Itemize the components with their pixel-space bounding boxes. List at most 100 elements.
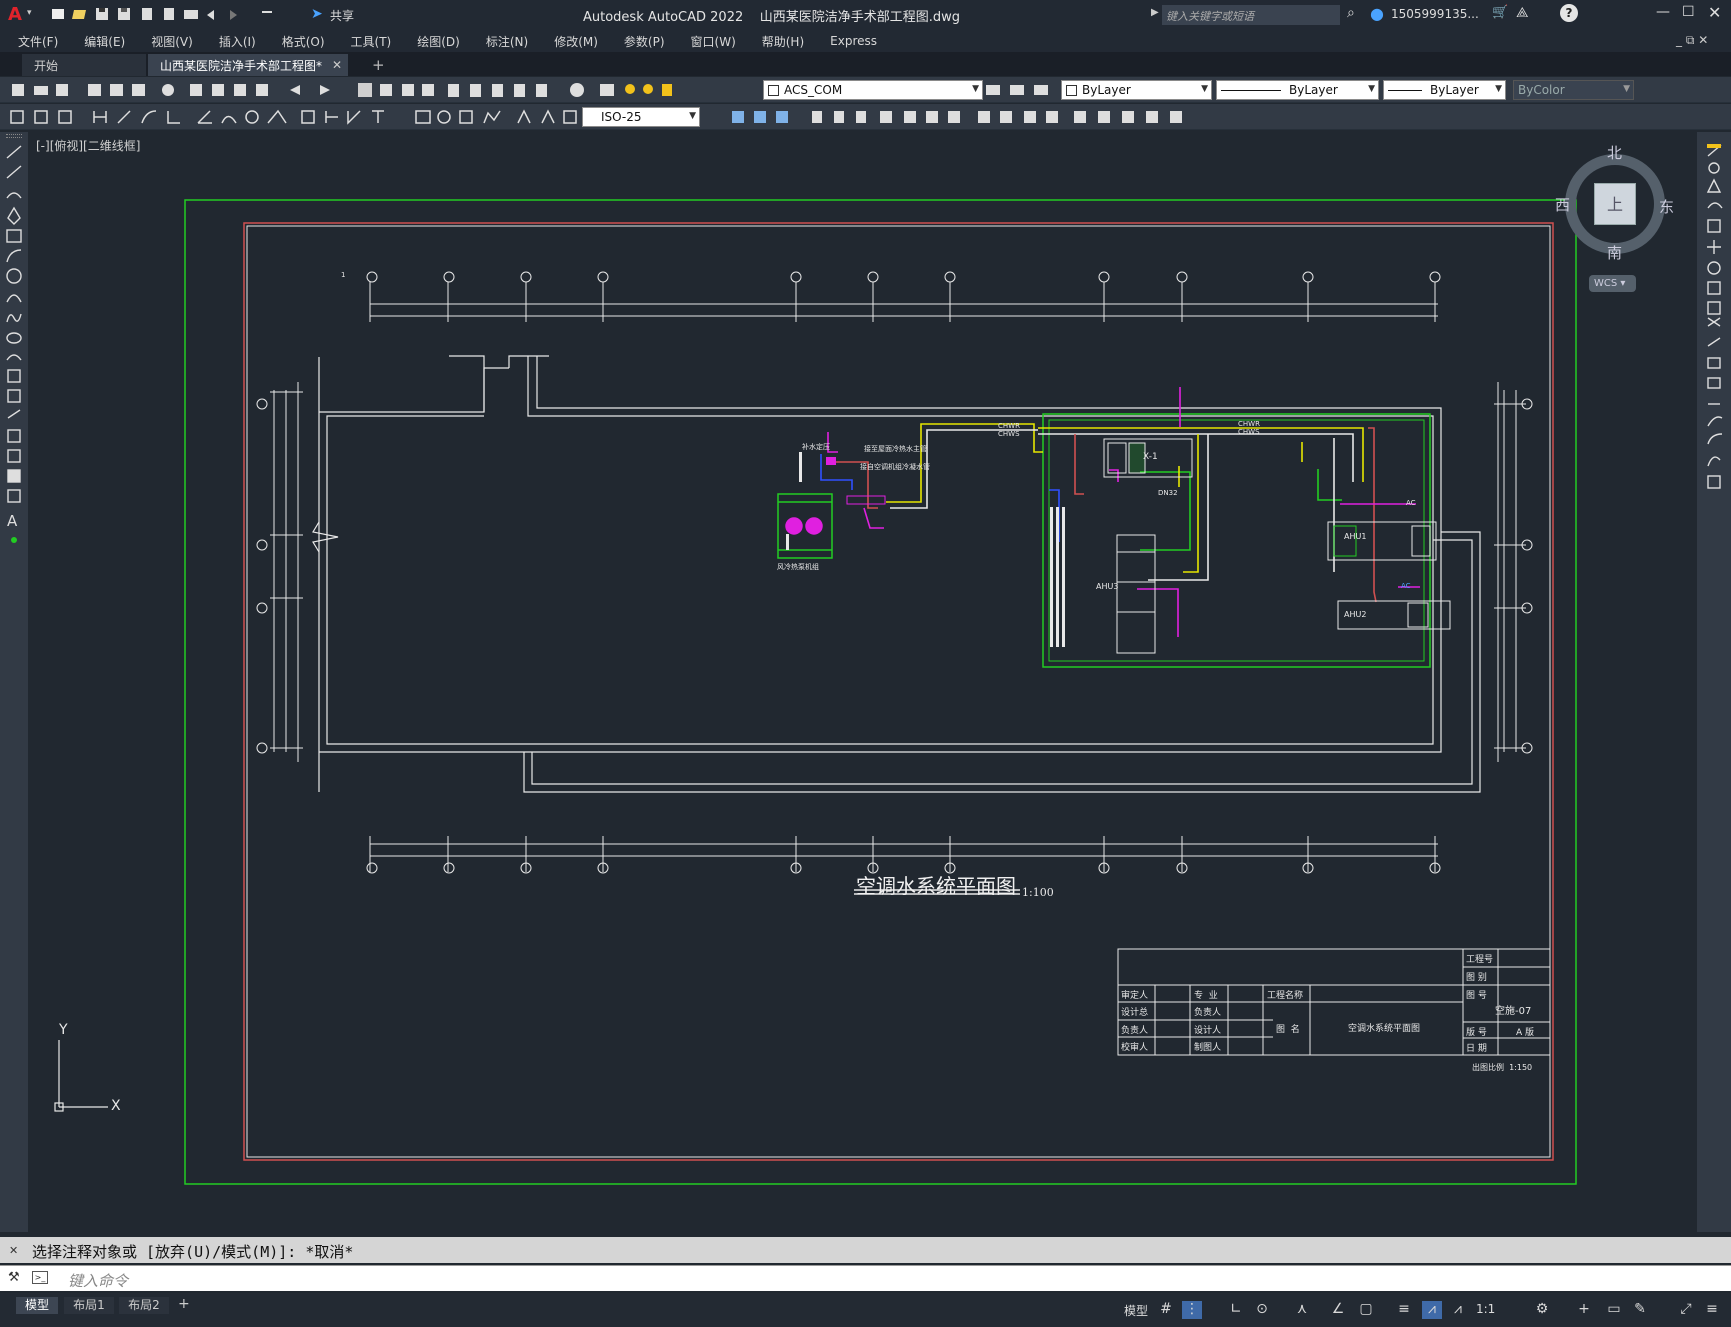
dimension-tool-icons[interactable] (8, 108, 578, 126)
toolbar-grip[interactable] (6, 134, 22, 138)
modify-tool-icons[interactable] (704, 108, 1214, 126)
layer-value: ACS_COM (784, 83, 843, 97)
fullscreen-icon[interactable]: ⤢ (1676, 1301, 1696, 1319)
dimstyle-dropdown[interactable]: ISO-25 ▼ (582, 107, 700, 127)
label-ahu2: AHU2 (1344, 610, 1367, 619)
layer-dropdown[interactable]: ACS_COM ▼ (763, 80, 983, 100)
user-name[interactable]: 1505999135... (1391, 7, 1479, 21)
command-history: ✕ 选择注释对象或 [放弃(U)/模式(M)]: *取消* (0, 1237, 1731, 1263)
tb-drawing-name: 空调水系统平面图 (1348, 1024, 1421, 1034)
menu-parametric[interactable]: 参数(P) (611, 33, 678, 50)
plus-icon[interactable]: + (1574, 1301, 1594, 1319)
polar-icon[interactable]: ⊙ (1252, 1301, 1272, 1319)
menu-window[interactable]: 窗口(W) (678, 33, 749, 50)
color-dropdown[interactable]: ByLayer ▼ (1061, 80, 1212, 100)
snap-icon[interactable]: ⋮ (1182, 1301, 1202, 1319)
monitor-icon[interactable]: ▭ (1604, 1301, 1624, 1319)
chevron-right-icon[interactable]: ▶ (1151, 7, 1159, 18)
pen-icon[interactable]: ✎ (1630, 1301, 1650, 1319)
quick-access-toolbar[interactable] (52, 7, 302, 23)
drawing-scale: 1:100 (1022, 886, 1054, 899)
viewcube-west[interactable]: 西 (1555, 194, 1570, 215)
share-icon[interactable]: ➤ (311, 6, 323, 22)
modify-tool-icons-vertical[interactable] (1705, 142, 1725, 662)
drawing-canvas[interactable]: [-][俯视][二维线框] 1 X-1 AHU1 AHU2 AHU3 CHWR … (28, 132, 1697, 1232)
chevron-down-icon: ▼ (1201, 84, 1208, 94)
wcs-menu[interactable]: WCS ▾ (1589, 275, 1636, 292)
autoscale-icon[interactable]: ⩘ (1448, 1301, 1468, 1319)
viewcube-north[interactable]: 北 (1607, 142, 1622, 163)
menu-draw[interactable]: 绘图(D) (404, 33, 473, 50)
label-x1: X-1 (1143, 452, 1158, 462)
search-input[interactable]: 键入关键字或短语 (1162, 5, 1340, 25)
menu-tools[interactable]: 工具(T) (338, 33, 405, 50)
menu-modify[interactable]: 修改(M) (541, 33, 611, 50)
menu-express[interactable]: Express (817, 34, 890, 48)
tb-row-mid-2: 设计人 (1194, 1026, 1222, 1036)
layout-tab-model[interactable]: 模型 (16, 1297, 58, 1314)
viewcube[interactable]: 上 北 南 西 东 (1555, 142, 1675, 262)
layer-tool-icons[interactable] (984, 81, 1054, 99)
menu-file[interactable]: 文件(F) (0, 33, 71, 50)
command-input[interactable]: 键入命令 (68, 1270, 128, 1291)
outer-frame (184, 199, 1577, 1185)
layout-tab-2[interactable]: 布局2 (119, 1297, 169, 1314)
viewcube-south[interactable]: 南 (1607, 242, 1622, 263)
viewcube-face-top[interactable]: 上 (1594, 183, 1636, 225)
model-space-button[interactable]: 模型 (1124, 1302, 1148, 1319)
linetype-sample (1221, 89, 1281, 91)
status-bar: 模型 布局1 布局2 + 模型 # ⋮ ∟ ⊙ ⋏ ∠ ▢ ≡ ⩘ ⩘ 1:1 … (0, 1293, 1731, 1327)
command-close-icon[interactable]: ✕ (9, 1244, 18, 1257)
add-layout-button[interactable]: + (178, 1296, 190, 1312)
gear-icon[interactable]: ⚙ (1532, 1301, 1552, 1319)
menu-edit[interactable]: 编辑(E) (71, 33, 138, 50)
viewcube-east[interactable]: 东 (1659, 196, 1674, 217)
tb-row-left-0: 审定人 (1121, 991, 1149, 1001)
otrack-icon[interactable]: ∠ (1328, 1301, 1348, 1319)
share-button[interactable]: 共享 (330, 7, 354, 24)
annotation-visibility-icon[interactable]: ⩘ (1422, 1301, 1442, 1319)
lineweight-icon[interactable]: ≡ (1394, 1301, 1414, 1319)
drawing-title: 空调水系统平面图 (856, 874, 1016, 898)
autodesk-app-icon[interactable]: ⟁ (1516, 5, 1529, 21)
layout-tab-1[interactable]: 布局1 (64, 1297, 114, 1314)
ucs-x-label: X (111, 1098, 121, 1114)
close-icon[interactable]: ✕ (1708, 3, 1721, 22)
menu-view[interactable]: 视图(V) (138, 33, 206, 50)
annotation-scale[interactable]: 1:1 (1476, 1302, 1495, 1316)
close-tab-icon[interactable]: ✕ (332, 58, 342, 72)
maximize-icon[interactable]: ☐ (1682, 4, 1695, 20)
user-icon[interactable]: ● (1370, 4, 1384, 23)
minimize-icon[interactable]: — (1656, 4, 1670, 20)
customize-icon[interactable]: ≡ (1702, 1301, 1722, 1319)
menu-help[interactable]: 帮助(H) (749, 33, 817, 50)
app-logo[interactable]: A (8, 4, 22, 25)
new-tab-button[interactable]: + (360, 54, 385, 76)
wrench-icon[interactable]: ⚒ (8, 1270, 20, 1285)
draw-tool-icons[interactable]: A (4, 142, 24, 582)
help-button[interactable]: ? (1560, 4, 1578, 22)
toolbar-dimension-modify: ISO-25 ▼ (0, 104, 1731, 130)
tab-drawing[interactable]: 山西某医院洁净手术部工程图* ✕ (148, 54, 348, 76)
doc-window-controls[interactable]: _ ⧉ ✕ (1676, 33, 1708, 48)
ortho-icon[interactable]: ∟ (1226, 1301, 1246, 1319)
tb-right-label-3: 版 号 (1466, 1028, 1487, 1038)
osnap-icon[interactable]: ▢ (1356, 1301, 1376, 1319)
grid-icon[interactable]: # (1156, 1301, 1176, 1319)
dimstyle-value: ISO-25 (601, 110, 642, 124)
command-prompt-icon[interactable]: >_ (32, 1271, 48, 1284)
app-menu-chevron-icon[interactable]: ▾ (27, 8, 32, 18)
menu-dimension[interactable]: 标注(N) (473, 33, 541, 50)
search-icon[interactable]: ⌕ (1347, 5, 1355, 21)
tab-start[interactable]: 开始 (22, 54, 146, 76)
inner-border (246, 225, 1551, 1158)
isodraft-icon[interactable]: ⋏ (1292, 1301, 1312, 1319)
right-dimension (1494, 382, 1533, 762)
cart-icon[interactable]: 🛒 (1492, 5, 1508, 20)
toolbar-standard-icons[interactable] (8, 81, 678, 99)
lineweight-dropdown[interactable]: ByLayer ▼ (1383, 80, 1506, 100)
menu-format[interactable]: 格式(O) (269, 33, 338, 50)
label-note2: 接自空调机组冷凝水管 (860, 463, 930, 471)
menu-insert[interactable]: 插入(I) (206, 33, 269, 50)
linetype-dropdown[interactable]: ByLayer ▼ (1216, 80, 1379, 100)
